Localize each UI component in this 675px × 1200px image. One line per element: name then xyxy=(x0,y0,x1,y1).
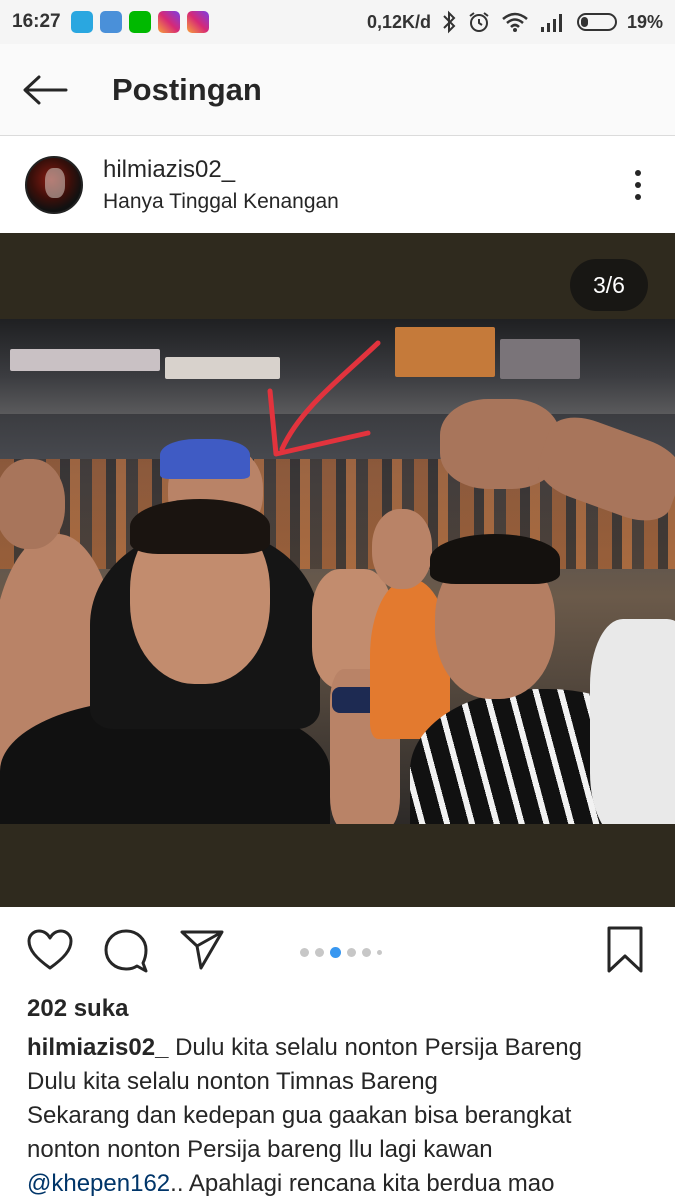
carousel-dot xyxy=(347,948,356,957)
network-speed: 0,12K/d xyxy=(366,11,431,32)
post-caption: hilmiazis02_ Dulu kita selalu nonton Per… xyxy=(27,1031,657,1200)
arrow-left-icon xyxy=(23,75,68,104)
post-media[interactable]: 3/6 xyxy=(0,233,675,907)
heart-icon xyxy=(27,929,73,970)
caption-line: hilmiazis02_ Dulu kita selalu nonton Per… xyxy=(27,1031,657,1065)
media-counter: 3/6 xyxy=(570,259,648,311)
instagram-icon xyxy=(186,11,209,33)
red-arrow-icon xyxy=(267,340,381,457)
caption-line: @khepen162.. Apahlagi rencana kita berdu… xyxy=(27,1167,657,1200)
more-dot-icon xyxy=(635,170,641,176)
bluetooth-icon xyxy=(443,10,456,34)
post-location[interactable]: Hanya Tinggal Kenangan xyxy=(103,190,339,214)
caption-line: Sekarang dan kedepan gua gaakan bisa ber… xyxy=(27,1102,572,1129)
status-time: 16:27 xyxy=(12,11,61,32)
post-username[interactable]: hilmiazis02_ xyxy=(103,156,339,184)
back-button[interactable] xyxy=(0,44,90,136)
notification-icons xyxy=(70,11,209,33)
page-title: Postingan xyxy=(112,71,262,107)
carousel-dot xyxy=(362,948,371,957)
line-icon xyxy=(128,11,151,33)
caption-mention[interactable]: @khepen162 xyxy=(27,1170,170,1197)
save-button[interactable] xyxy=(605,925,645,975)
carousel-dot xyxy=(377,950,382,955)
more-dot-icon xyxy=(635,194,641,200)
carousel-indicator xyxy=(300,947,382,958)
app-bar: Postingan xyxy=(0,44,675,136)
status-bar: 16:27 0,12K/d 19% xyxy=(0,0,675,44)
post-photo xyxy=(0,319,675,824)
like-button[interactable] xyxy=(25,925,75,975)
instagram-icon xyxy=(157,11,180,33)
signal-icon xyxy=(540,14,562,32)
action-bar xyxy=(0,907,675,993)
bookmark-icon xyxy=(607,926,643,973)
comment-button[interactable] xyxy=(101,925,151,975)
alarm-icon xyxy=(469,12,489,32)
app-notification-icon xyxy=(70,11,93,33)
more-options-button[interactable] xyxy=(635,170,641,200)
caption-username[interactable]: hilmiazis02_ xyxy=(27,1034,168,1061)
carousel-dot xyxy=(315,948,324,957)
caption-text: Dulu kita selalu nonton Persija Bareng xyxy=(175,1034,583,1061)
wifi-icon xyxy=(502,12,528,32)
battery-percent: 19% xyxy=(626,11,663,32)
share-button[interactable] xyxy=(177,925,227,975)
more-dot-icon xyxy=(635,182,641,188)
caption-text: .. Apahlagi rencana kita berdua mao xyxy=(170,1170,555,1197)
comment-icon xyxy=(104,929,148,973)
app-notification-icon xyxy=(99,11,122,33)
caption-line: nonton nonton Persija bareng llu lagi ka… xyxy=(27,1136,493,1163)
post-header: hilmiazis02_ Hanya Tinggal Kenangan xyxy=(0,137,675,233)
caption-line: Dulu kita selalu nonton Timnas Bareng xyxy=(27,1068,438,1095)
battery-icon xyxy=(576,13,617,31)
status-right: 0,12K/d 19% xyxy=(367,10,663,34)
paper-plane-icon xyxy=(180,930,224,970)
carousel-dot xyxy=(300,948,309,957)
like-count[interactable]: 202 suka xyxy=(27,995,128,1023)
carousel-dot-active xyxy=(330,947,341,958)
post-user-block: hilmiazis02_ Hanya Tinggal Kenangan xyxy=(103,156,339,214)
avatar[interactable] xyxy=(25,156,83,214)
